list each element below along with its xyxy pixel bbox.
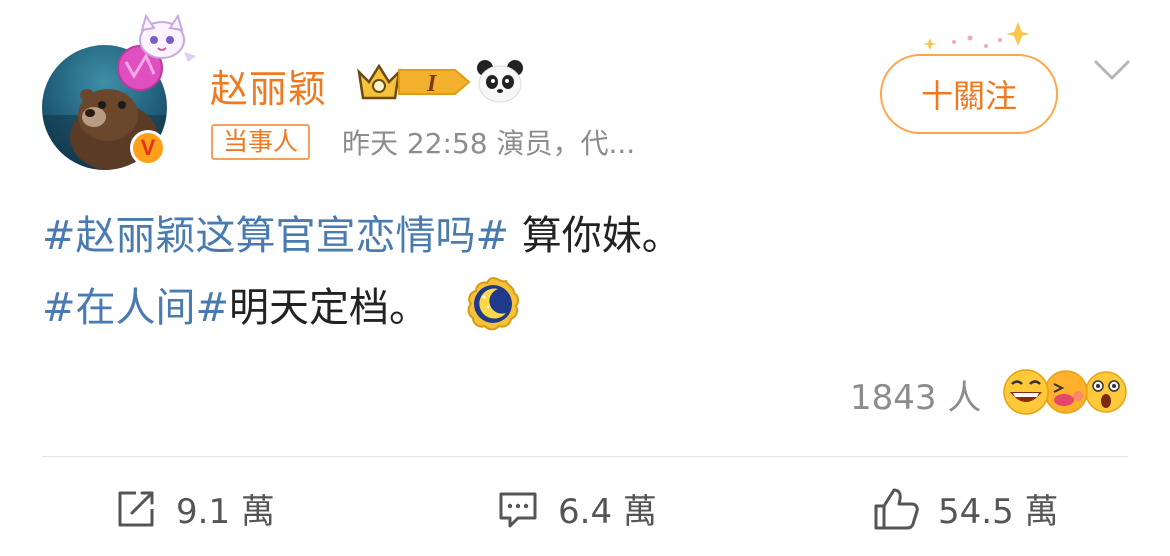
follow-label: 十關注 (920, 77, 1017, 115)
like-button[interactable]: 54.5 萬 (872, 484, 1059, 533)
comment-button[interactable]: 6.4 萬 (496, 484, 657, 533)
post-meta: 昨天 22:58 演员，代... (342, 127, 636, 160)
chevron-down-icon[interactable] (1092, 56, 1132, 84)
content-text: 算你妹。 (509, 213, 682, 259)
like-count: 54.5 萬 (938, 492, 1059, 532)
post-content: #赵丽颖这算官宣恋情吗# 算你妹。 #在人间#明天定档。 (42, 200, 682, 344)
badge-level: I (426, 71, 438, 97)
avatar-container[interactable]: V (40, 13, 196, 170)
moon-emoji-icon (467, 276, 519, 331)
repost-count: 9.1 萬 (176, 492, 275, 532)
content-line-1: #赵丽颖这算官宣恋情吗# 算你妹。 (42, 200, 682, 272)
repost-icon (118, 491, 154, 526)
content-text: 明天定档。 (229, 285, 430, 331)
follow-button[interactable]: 十關注 (880, 54, 1058, 134)
hashtag-link[interactable]: #赵丽颖这算官宣恋情吗# (42, 213, 509, 259)
reaction-emojis-icon[interactable] (1000, 366, 1130, 418)
cat-pendant-icon (117, 13, 196, 91)
like-icon (874, 488, 919, 529)
reaction-count[interactable]: 1843 人 (850, 370, 981, 419)
verified-icon: V (130, 130, 166, 166)
crown-badge-icon[interactable]: I (355, 58, 475, 106)
content-line-2: #在人间#明天定档。 (42, 272, 682, 344)
sparkle-decoration-icon (923, 22, 1030, 50)
hashtag-link[interactable]: #在人间# (42, 285, 229, 331)
comment-icon (499, 492, 537, 527)
comment-count: 6.4 萬 (558, 492, 657, 532)
party-tag: 当事人 (211, 124, 311, 160)
author-name[interactable]: 赵丽颖 (210, 58, 327, 113)
repost-button[interactable]: 9.1 萬 (114, 484, 275, 533)
panda-icon (477, 60, 523, 103)
divider (42, 456, 1128, 457)
verified-mark: V (140, 135, 156, 160)
